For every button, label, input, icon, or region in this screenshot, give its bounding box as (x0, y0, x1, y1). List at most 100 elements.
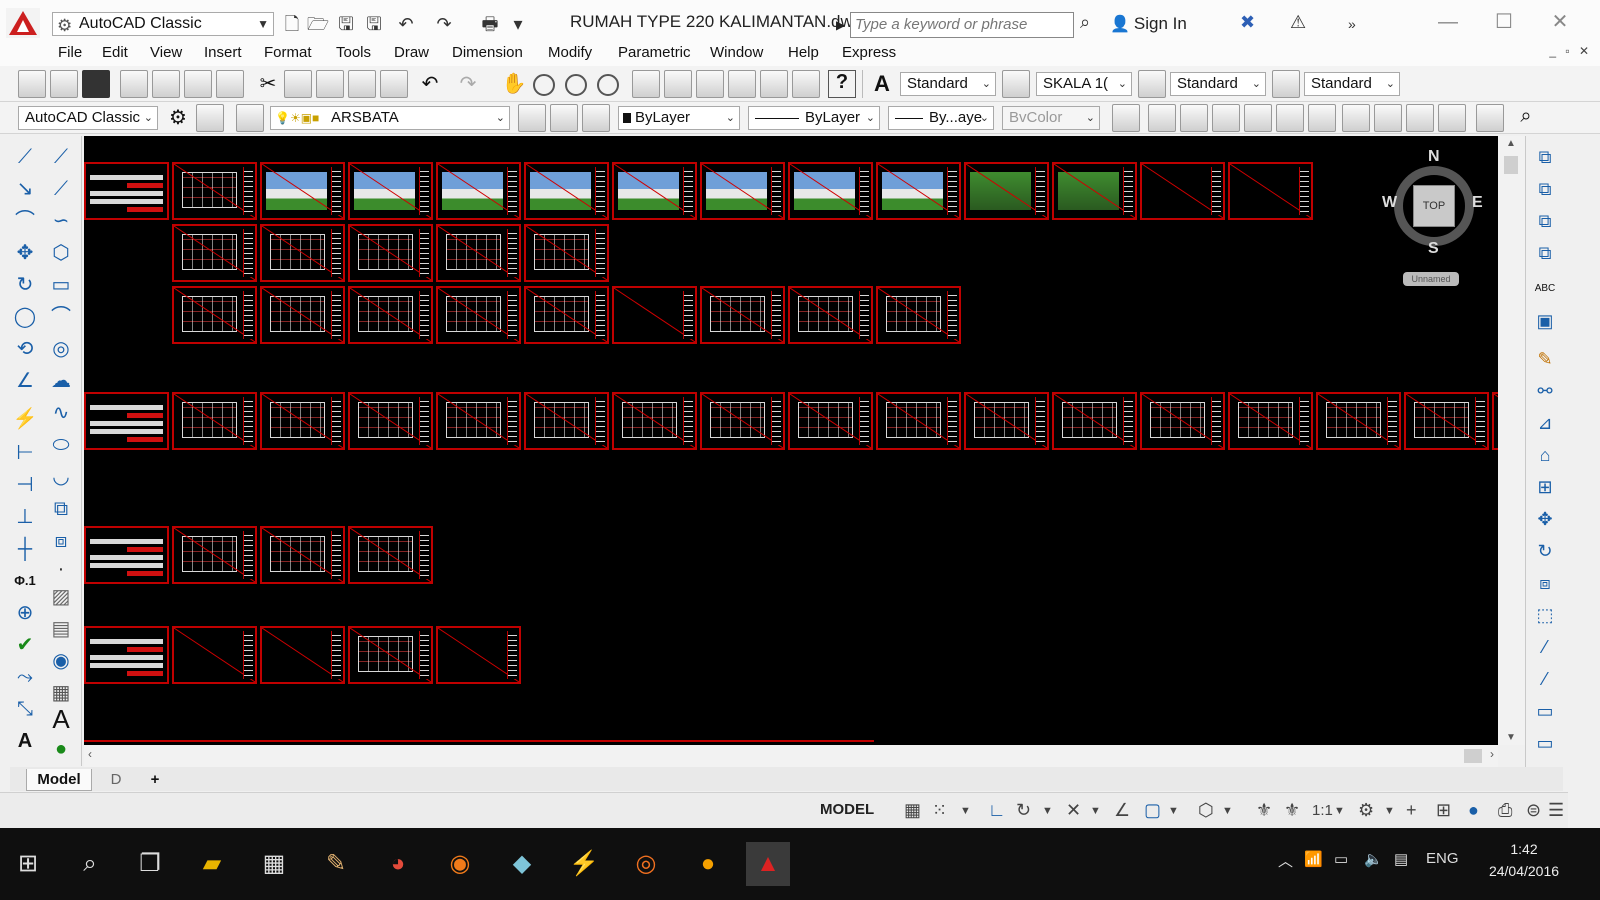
ellipse-icon[interactable]: ⬭ (48, 432, 74, 458)
object-snap-icon[interactable]: ▢ (1144, 800, 1161, 821)
linetype-dropdown[interactable]: ByLayer ⌄ (748, 106, 880, 130)
named-views-icon[interactable] (1112, 104, 1140, 132)
drawing-sheet[interactable] (260, 286, 345, 344)
make-block-icon[interactable]: ⧈ (48, 528, 74, 554)
aligned-dim-icon[interactable]: ⊣ (12, 472, 38, 498)
scroll-right-icon[interactable]: › (1490, 747, 1494, 761)
zoom-realtime-icon[interactable] (533, 74, 555, 96)
viewcube[interactable]: N S E W TOP (1382, 148, 1484, 258)
paint-icon[interactable]: ✎ (314, 842, 358, 886)
revcloud-icon[interactable]: ☁ (48, 368, 74, 394)
hexagon-icon[interactable]: ⬡ (48, 240, 74, 266)
ortho-icon[interactable]: ∟ (988, 800, 1006, 821)
binoculars-icon[interactable]: ⌕ (1080, 12, 1090, 33)
calculator-icon[interactable]: ▦ (252, 842, 296, 886)
move-icon[interactable]: ✥ (12, 240, 38, 266)
arc-tool-icon[interactable]: ⌒ (48, 304, 74, 330)
a360-icon[interactable]: ⚠ (1290, 12, 1306, 33)
hatch-icon[interactable]: ▨ (48, 584, 74, 610)
undo-icon[interactable]: ↶ (394, 12, 418, 36)
properties-icon[interactable] (632, 70, 660, 98)
drawing-sheet[interactable] (612, 162, 697, 220)
vertical-scroll-thumb[interactable] (1504, 156, 1518, 174)
plot-preview-icon[interactable] (152, 70, 180, 98)
workspace-switch-icon[interactable]: ⚙ (1358, 800, 1374, 821)
dimension-style-icon[interactable] (1002, 70, 1030, 98)
volume-icon[interactable]: 🔈 (1364, 850, 1383, 868)
chevron-down-icon[interactable]: ▼ (960, 805, 971, 817)
chrome-icon[interactable]: ◕ (376, 842, 420, 886)
drawing-sheet[interactable] (348, 526, 433, 584)
3d-object-snap-icon[interactable]: ⬡ (1198, 800, 1214, 821)
tab-model[interactable]: Model (26, 769, 92, 791)
start-icon[interactable]: ⊞ (6, 842, 50, 886)
layer-match-icon[interactable] (582, 104, 610, 132)
drawing-sheet[interactable] (260, 626, 345, 684)
autocad-logo-icon[interactable] (6, 8, 40, 38)
system-clock[interactable]: 1:42 24/04/2016 (1484, 838, 1564, 882)
drawing-sheet[interactable] (964, 162, 1049, 220)
zoom-icon[interactable]: ⌕ (1512, 104, 1540, 132)
viewcube-east[interactable]: E (1472, 194, 1483, 212)
viewcube-north[interactable]: N (1428, 148, 1440, 166)
horizontal-scroll-thumb[interactable] (1464, 749, 1482, 763)
drawing-sheet[interactable] (964, 392, 1049, 450)
drawing-sheet[interactable] (172, 286, 257, 344)
menu-tools[interactable]: Tools (336, 44, 371, 61)
sketchup-icon[interactable]: ◆ (500, 842, 544, 886)
region-icon[interactable]: ◉ (48, 648, 74, 674)
drawing-canvas[interactable]: N S E W TOP Unnamed (84, 136, 1498, 745)
dimension-style-dropdown[interactable]: SKALA 1(⌄ (1036, 72, 1132, 96)
drawing-sheet[interactable] (436, 162, 521, 220)
polar-icon[interactable]: ↻ (1016, 800, 1031, 821)
drawing-sheet[interactable] (876, 392, 961, 450)
sheet-set-icon[interactable] (728, 70, 756, 98)
drawing-sheet[interactable] (788, 286, 873, 344)
autocad-taskbar-icon[interactable]: ▲ (746, 842, 790, 886)
drawing-sheet[interactable] (436, 626, 521, 684)
fillet-icon[interactable]: ⟲ (12, 336, 38, 362)
drawing-sheet[interactable] (172, 224, 257, 282)
drawing-sheet[interactable] (260, 162, 345, 220)
spell-check-icon[interactable]: ABC (1532, 276, 1558, 302)
drawing-sheet[interactable] (348, 224, 433, 282)
rotate-tool-icon[interactable]: ↻ (1532, 538, 1558, 564)
drawing-sheet[interactable] (876, 286, 961, 344)
menu-draw[interactable]: Draw (394, 44, 429, 61)
chevron-down-icon[interactable]: ▼ (1168, 805, 1179, 817)
drawing-sheet[interactable] (1228, 162, 1313, 220)
trim-icon[interactable]: ⁄ (1532, 634, 1558, 660)
drawing-sheet[interactable] (1140, 392, 1225, 450)
camera-icon[interactable] (1476, 104, 1504, 132)
copy-object-icon[interactable]: ⧉ (1532, 144, 1558, 170)
clean-screen-icon[interactable]: ⊜ (1526, 800, 1541, 821)
redo-icon[interactable]: ↷ (454, 70, 482, 98)
tray-overflow-icon[interactable]: ︿ (1278, 850, 1293, 871)
save-icon[interactable]: 🖫 (334, 12, 358, 36)
drawing-sheet[interactable] (612, 286, 697, 344)
left-view-icon[interactable] (1212, 104, 1240, 132)
spline-icon[interactable]: ∿ (48, 400, 74, 426)
drawing-sheet[interactable] (348, 162, 433, 220)
model-space-button[interactable]: MODEL (820, 801, 874, 818)
chevron-down-icon[interactable]: ▼ (1222, 805, 1233, 817)
make-current-layer-icon[interactable] (518, 104, 546, 132)
gradient-icon[interactable]: ▤ (48, 616, 74, 642)
layer-previous-icon[interactable] (550, 104, 578, 132)
layer-dropdown[interactable]: 💡☀▣■ ARSBATA ⌄ (270, 106, 510, 130)
menu-parametric[interactable]: Parametric (618, 44, 691, 61)
vertical-scrollbar[interactable]: ▲ ▼ (1498, 136, 1525, 745)
drawing-sheet[interactable] (1316, 392, 1401, 450)
search-input[interactable]: Type a keyword or phrase (850, 12, 1074, 38)
zoom-previous-icon[interactable] (597, 74, 619, 96)
isolate-objects-icon[interactable]: ● (1468, 800, 1479, 821)
menu-edit[interactable]: Edit (102, 44, 128, 61)
scale-icon[interactable]: ⧈ (1532, 570, 1558, 596)
drawing-sheet[interactable] (260, 392, 345, 450)
circle-icon[interactable]: ◯ (12, 304, 38, 330)
bottom-view-icon[interactable] (1180, 104, 1208, 132)
redo-icon[interactable]: ↷ (432, 12, 456, 36)
viewcube-west[interactable]: W (1382, 194, 1397, 212)
scroll-down-icon[interactable]: ▼ (1506, 732, 1516, 743)
drawing-sheet[interactable] (436, 392, 521, 450)
